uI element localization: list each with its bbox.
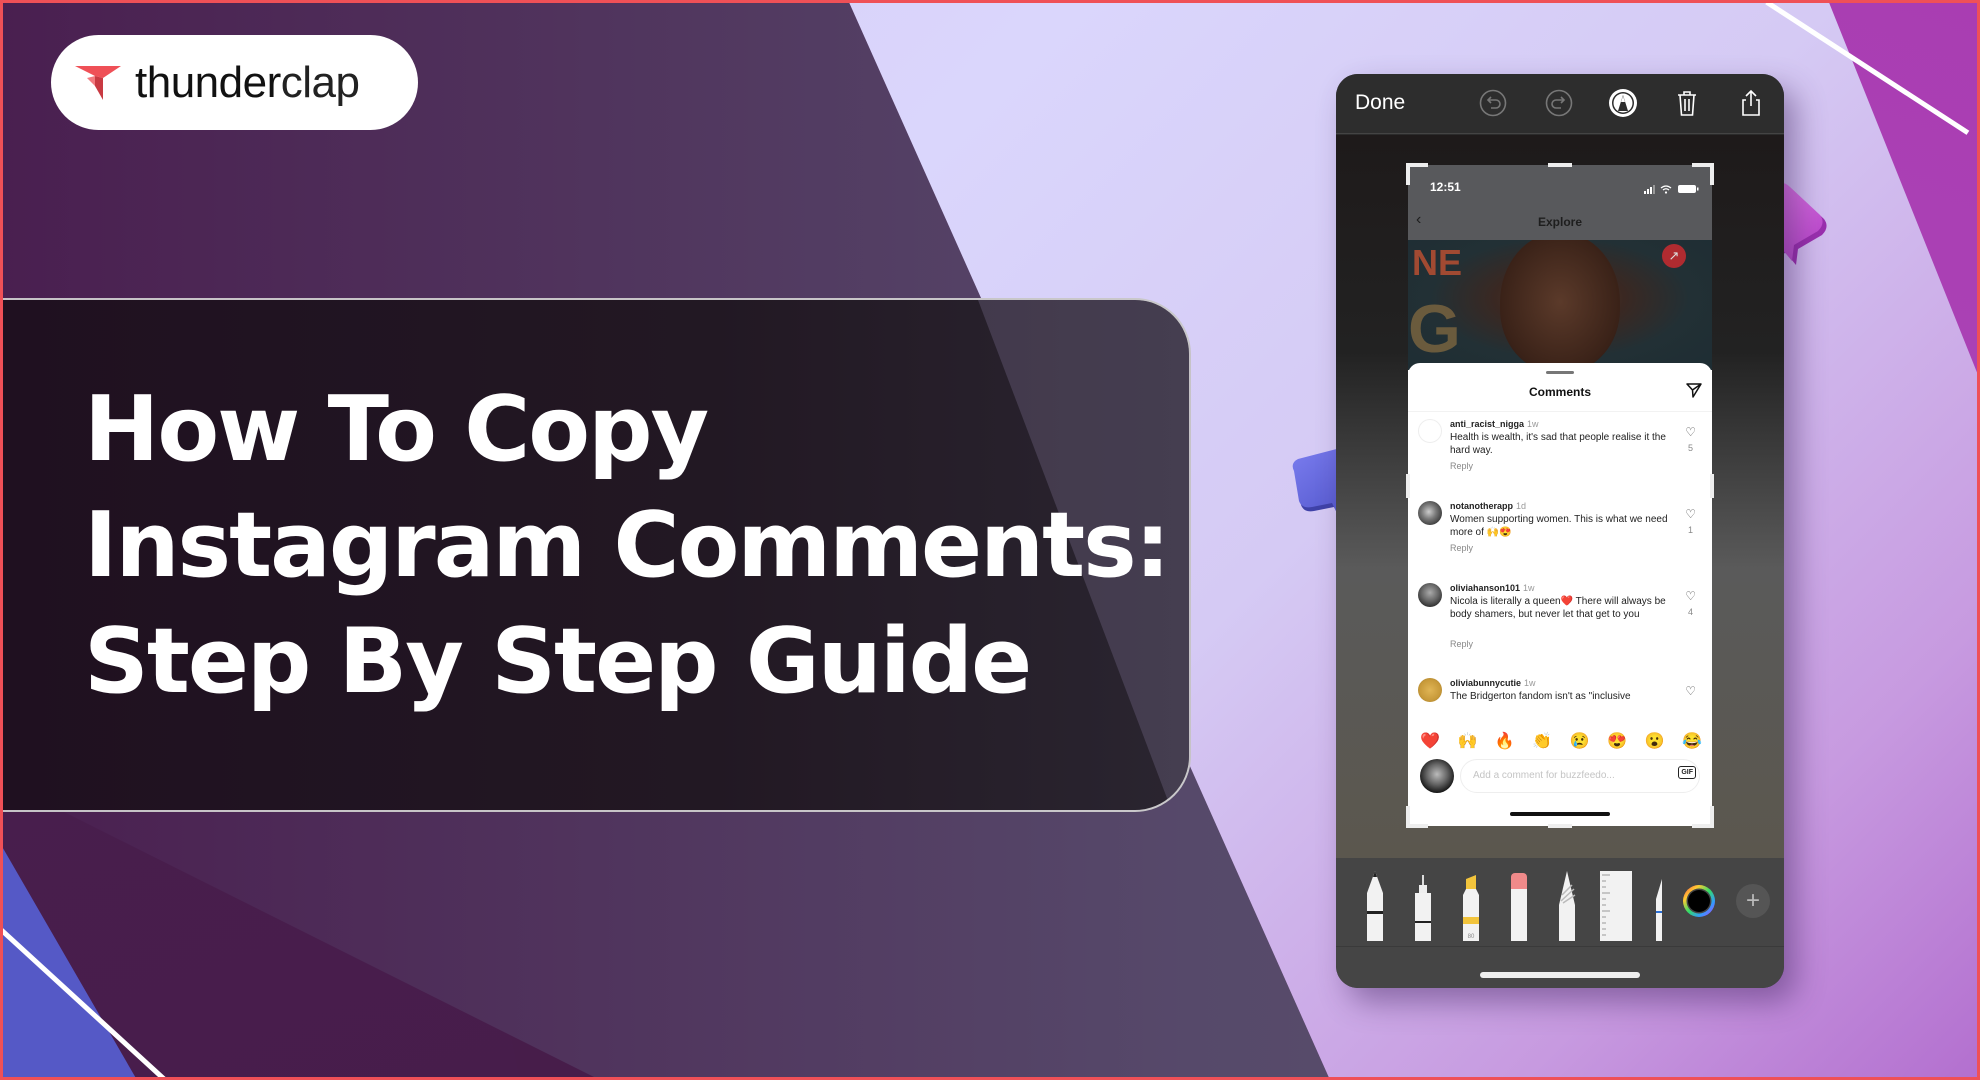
comment-age: 1w: [1524, 678, 1536, 688]
brand-logo[interactable]: thunderclap: [51, 35, 418, 130]
emoji-button[interactable]: 😢: [1570, 731, 1590, 751]
emoji-button[interactable]: 😂: [1682, 731, 1702, 751]
crop-handle[interactable]: [1406, 163, 1410, 185]
like-heart-icon[interactable]: ♡: [1685, 684, 1696, 698]
add-tool-button[interactable]: +: [1736, 884, 1770, 918]
crop-handle[interactable]: [1710, 806, 1714, 828]
pencil-tool-icon[interactable]: [1654, 879, 1664, 946]
crop-handle[interactable]: [1710, 163, 1714, 185]
status-icons: [1644, 181, 1700, 199]
comment-text: The Bridgerton fandom isn't as "inclusiv…: [1450, 691, 1631, 702]
comment-composer: Add a comment for buzzfeedo... GIF: [1416, 757, 1706, 797]
post-image: NE GT ↗: [1408, 240, 1712, 370]
comment-input[interactable]: Add a comment for buzzfeedo...: [1460, 759, 1700, 793]
sheet-grabber[interactable]: [1546, 371, 1574, 374]
home-indicator: [1510, 812, 1610, 816]
eraser-tool-icon[interactable]: [1508, 873, 1530, 946]
highlighter-opacity-label: 80: [1468, 934, 1475, 940]
emoji-button[interactable]: ❤️: [1420, 731, 1440, 751]
title-line: How To Copy: [84, 377, 709, 482]
avatar[interactable]: [1418, 583, 1442, 607]
comment-text: Women supporting women. This is what we …: [1450, 514, 1668, 538]
brand-name: thunderclap: [135, 57, 360, 107]
emoji-button[interactable]: 👏: [1532, 731, 1552, 751]
like-heart-icon[interactable]: ♡: [1685, 589, 1696, 603]
emoji-button[interactable]: 🙌: [1457, 731, 1477, 751]
title-line: Step By Step Guide: [84, 609, 1032, 714]
like-count: 5: [1687, 443, 1693, 453]
ruler-tool-icon[interactable]: [1600, 871, 1632, 946]
crop-handle[interactable]: [1548, 163, 1572, 167]
fineliner-tool-icon[interactable]: [1412, 875, 1434, 946]
user-avatar[interactable]: [1420, 759, 1454, 793]
page-title: How To Copy Instagram Comments: Step By …: [84, 372, 1171, 720]
avatar[interactable]: [1418, 419, 1442, 443]
send-icon[interactable]: [1686, 382, 1702, 402]
emoji-button[interactable]: 😍: [1607, 731, 1627, 751]
like-heart-icon[interactable]: ♡: [1685, 425, 1696, 439]
trash-icon[interactable]: [1672, 88, 1702, 118]
lasso-tool-icon[interactable]: [1556, 871, 1578, 946]
redo-icon[interactable]: [1544, 88, 1574, 118]
like-count: 4: [1687, 607, 1693, 617]
color-picker-icon[interactable]: [1682, 884, 1716, 923]
drawing-tool-palette: 80 +: [1336, 858, 1784, 988]
comment-username[interactable]: notanotherapp: [1450, 501, 1513, 511]
comment-username[interactable]: oliviahanson101: [1450, 583, 1520, 593]
done-button[interactable]: Done: [1355, 91, 1405, 115]
reply-button[interactable]: Reply: [1450, 461, 1473, 471]
emoji-button[interactable]: 😮: [1645, 731, 1665, 751]
comment-text: Nicola is literally a queen❤️ There will…: [1450, 596, 1666, 620]
nav-title: Explore: [1537, 215, 1582, 229]
thunderclap-logo-icon: [75, 65, 121, 100]
home-indicator: [1480, 972, 1640, 978]
share-icon[interactable]: [1736, 88, 1766, 118]
crop-handle[interactable]: [1710, 474, 1714, 498]
undo-icon[interactable]: [1478, 88, 1508, 118]
quick-emoji-bar: ❤️ 🙌 🔥 👏 😢 😍 😮 😂: [1420, 731, 1702, 751]
comment-username[interactable]: anti_racist_nigga: [1450, 419, 1524, 429]
crop-handle[interactable]: [1406, 806, 1410, 828]
comments-title: Comments: [1528, 385, 1591, 399]
comment-username[interactable]: oliviabunnycutie: [1450, 678, 1521, 688]
comments-sheet: Comments anti_racist_nigga 1w Health is w…: [1408, 363, 1712, 826]
trending-badge-icon: ↗: [1662, 244, 1686, 268]
avatar[interactable]: [1418, 678, 1442, 702]
title-line: Instagram Comments:: [84, 493, 1171, 598]
headline-panel: How To Copy Instagram Comments: Step By …: [0, 298, 1191, 812]
highlighter-tool-icon[interactable]: 80: [1460, 875, 1482, 946]
reply-button[interactable]: Reply: [1450, 639, 1473, 649]
status-bar: 12:51 ‹ Explore: [1408, 165, 1712, 240]
markup-pen-icon[interactable]: [1608, 88, 1638, 118]
comment-age: 1d: [1516, 501, 1527, 511]
crop-handle[interactable]: [1406, 474, 1410, 498]
markup-editor: Done 12:51 ‹ Explore NE ↗ Comments anti_…: [1336, 74, 1784, 988]
like-count: 1: [1687, 525, 1693, 535]
markup-toolbar: Done: [1336, 74, 1784, 134]
comment-text: Health is wealth, it's sad that people r…: [1450, 432, 1666, 456]
avatar[interactable]: [1418, 501, 1442, 525]
crop-handle[interactable]: [1548, 824, 1572, 828]
comment-age: 1w: [1523, 583, 1535, 593]
reply-button[interactable]: Reply: [1450, 543, 1473, 553]
emoji-button[interactable]: 🔥: [1495, 731, 1515, 751]
comment-age: 1w: [1527, 419, 1539, 429]
instagram-screenshot[interactable]: 12:51 ‹ Explore NE GT ↗ Comments: [1408, 165, 1712, 826]
gif-button[interactable]: GIF: [1678, 766, 1696, 779]
status-time: 12:51: [1430, 180, 1461, 194]
pen-tool-icon[interactable]: [1364, 869, 1386, 946]
like-heart-icon[interactable]: ♡: [1685, 507, 1696, 521]
